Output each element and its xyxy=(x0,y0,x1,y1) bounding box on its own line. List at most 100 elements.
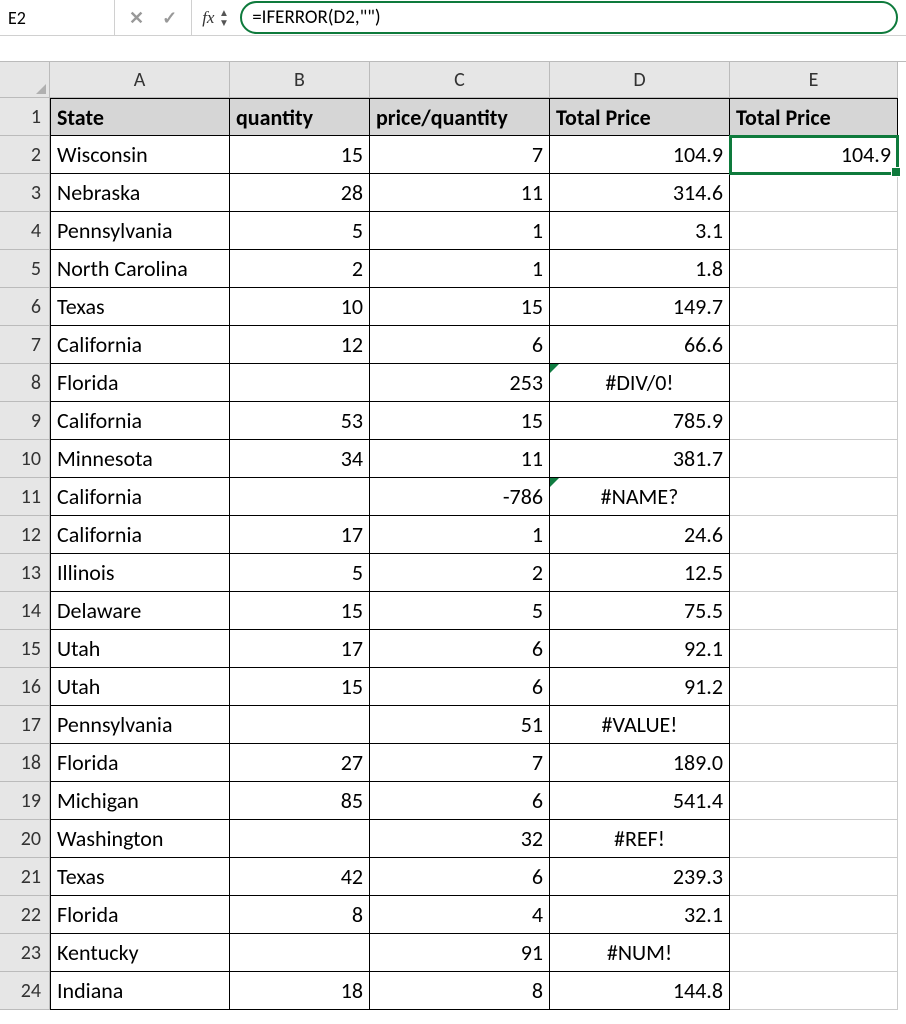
cell-A10[interactable]: Minnesota xyxy=(50,440,230,478)
row-header-17[interactable]: 17 xyxy=(0,706,50,744)
column-header-B[interactable]: B xyxy=(230,62,370,98)
cell-D15[interactable]: 92.1 xyxy=(550,630,730,668)
cell-D4[interactable]: 3.1 xyxy=(550,212,730,250)
cell-C16[interactable]: 6 xyxy=(370,668,550,706)
cell-E3[interactable] xyxy=(730,174,898,212)
cell-C10[interactable]: 11 xyxy=(370,440,550,478)
cell-C13[interactable]: 2 xyxy=(370,554,550,592)
row-header-11[interactable]: 11 xyxy=(0,478,50,516)
row-header-23[interactable]: 23 xyxy=(0,934,50,972)
cell-B15[interactable]: 17 xyxy=(230,630,370,668)
cell-D16[interactable]: 91.2 xyxy=(550,668,730,706)
cell-B19[interactable]: 85 xyxy=(230,782,370,820)
cell-E14[interactable] xyxy=(730,592,898,630)
row-header-4[interactable]: 4 xyxy=(0,212,50,250)
row-header-14[interactable]: 14 xyxy=(0,592,50,630)
cell-A2[interactable]: Wisconsin xyxy=(50,136,230,174)
fx-label[interactable]: fx xyxy=(192,8,222,28)
cell-E9[interactable] xyxy=(730,402,898,440)
cell-C20[interactable]: 32 xyxy=(370,820,550,858)
row-header-10[interactable]: 10 xyxy=(0,440,50,478)
cell-A17[interactable]: Pennsylvania xyxy=(50,706,230,744)
row-header-2[interactable]: 2 xyxy=(0,136,50,174)
column-header-A[interactable]: A xyxy=(50,62,230,98)
select-all-corner[interactable] xyxy=(0,62,50,98)
cell-A5[interactable]: North Carolina xyxy=(50,250,230,288)
cell-E20[interactable] xyxy=(730,820,898,858)
cell-E4[interactable] xyxy=(730,212,898,250)
cell-B5[interactable]: 2 xyxy=(230,250,370,288)
cell-A23[interactable]: Kentucky xyxy=(50,934,230,972)
cell-C3[interactable]: 11 xyxy=(370,174,550,212)
cell-D12[interactable]: 24.6 xyxy=(550,516,730,554)
row-header-22[interactable]: 22 xyxy=(0,896,50,934)
cell-D9[interactable]: 785.9 xyxy=(550,402,730,440)
cell-C24[interactable]: 8 xyxy=(370,972,550,1010)
cell-E22[interactable] xyxy=(730,896,898,934)
cell-C17[interactable]: 51 xyxy=(370,706,550,744)
cell-C19[interactable]: 6 xyxy=(370,782,550,820)
cell-E18[interactable] xyxy=(730,744,898,782)
cell-A6[interactable]: Texas xyxy=(50,288,230,326)
header-cell-B[interactable]: quantity xyxy=(230,98,370,136)
row-header-13[interactable]: 13 xyxy=(0,554,50,592)
formula-input[interactable] xyxy=(252,0,896,35)
cell-D20[interactable]: #REF! xyxy=(550,820,730,858)
cell-B22[interactable]: 8 xyxy=(230,896,370,934)
cell-E8[interactable] xyxy=(730,364,898,402)
cell-E6[interactable] xyxy=(730,288,898,326)
cell-A22[interactable]: Florida xyxy=(50,896,230,934)
cell-C11[interactable]: -786 xyxy=(370,478,550,516)
cell-B21[interactable]: 42 xyxy=(230,858,370,896)
header-cell-D[interactable]: Total Price xyxy=(550,98,730,136)
row-header-8[interactable]: 8 xyxy=(0,364,50,402)
cell-C7[interactable]: 6 xyxy=(370,326,550,364)
cell-E24[interactable] xyxy=(730,972,898,1010)
cell-A21[interactable]: Texas xyxy=(50,858,230,896)
cell-A18[interactable]: Florida xyxy=(50,744,230,782)
cell-D5[interactable]: 1.8 xyxy=(550,250,730,288)
cell-B20[interactable] xyxy=(230,820,370,858)
cell-A24[interactable]: Indiana xyxy=(50,972,230,1010)
cell-A11[interactable]: California xyxy=(50,478,230,516)
cell-A16[interactable]: Utah xyxy=(50,668,230,706)
cell-D7[interactable]: 66.6 xyxy=(550,326,730,364)
cell-A20[interactable]: Washington xyxy=(50,820,230,858)
cell-D19[interactable]: 541.4 xyxy=(550,782,730,820)
cell-B4[interactable]: 5 xyxy=(230,212,370,250)
row-header-5[interactable]: 5 xyxy=(0,250,50,288)
cell-C21[interactable]: 6 xyxy=(370,858,550,896)
cell-D21[interactable]: 239.3 xyxy=(550,858,730,896)
cell-B13[interactable]: 5 xyxy=(230,554,370,592)
row-header-18[interactable]: 18 xyxy=(0,744,50,782)
cell-D23[interactable]: #NUM! xyxy=(550,934,730,972)
cell-D11[interactable]: #NAME? xyxy=(550,478,730,516)
row-header-3[interactable]: 3 xyxy=(0,174,50,212)
cell-B18[interactable]: 27 xyxy=(230,744,370,782)
cell-E17[interactable] xyxy=(730,706,898,744)
cell-E21[interactable] xyxy=(730,858,898,896)
row-header-20[interactable]: 20 xyxy=(0,820,50,858)
cell-A19[interactable]: Michigan xyxy=(50,782,230,820)
cell-E7[interactable] xyxy=(730,326,898,364)
cell-B3[interactable]: 28 xyxy=(230,174,370,212)
column-header-D[interactable]: D xyxy=(550,62,730,98)
row-header-12[interactable]: 12 xyxy=(0,516,50,554)
row-header-19[interactable]: 19 xyxy=(0,782,50,820)
cell-A12[interactable]: California xyxy=(50,516,230,554)
row-header-16[interactable]: 16 xyxy=(0,668,50,706)
cell-D17[interactable]: #VALUE! xyxy=(550,706,730,744)
cell-B10[interactable]: 34 xyxy=(230,440,370,478)
cell-C18[interactable]: 7 xyxy=(370,744,550,782)
cell-D8[interactable]: #DIV/0! xyxy=(550,364,730,402)
cell-D24[interactable]: 144.8 xyxy=(550,972,730,1010)
row-header-1[interactable]: 1 xyxy=(0,98,50,136)
cell-C8[interactable]: 253 xyxy=(370,364,550,402)
cell-C23[interactable]: 91 xyxy=(370,934,550,972)
cell-E16[interactable] xyxy=(730,668,898,706)
cell-D22[interactable]: 32.1 xyxy=(550,896,730,934)
cell-E13[interactable] xyxy=(730,554,898,592)
cell-E12[interactable] xyxy=(730,516,898,554)
cell-A3[interactable]: Nebraska xyxy=(50,174,230,212)
cell-C12[interactable]: 1 xyxy=(370,516,550,554)
